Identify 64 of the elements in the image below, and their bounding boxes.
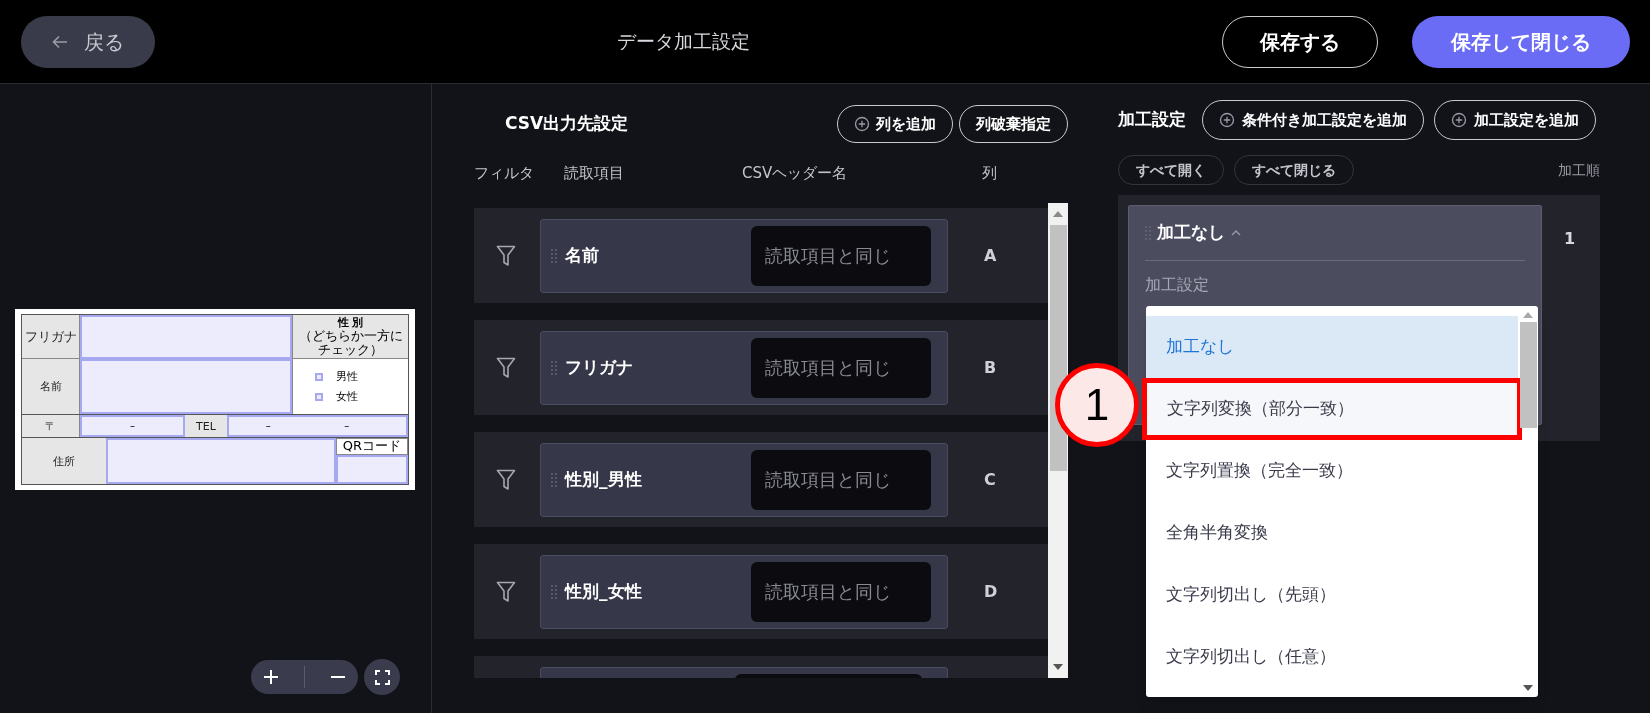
form-label: QRコード	[336, 438, 408, 455]
form-label: 住所	[22, 438, 106, 484]
form-note: （どちらか一方にチェック）	[297, 328, 404, 357]
column-header: 加工順	[1558, 160, 1600, 180]
item-name: 性別_男性	[565, 467, 643, 491]
dropdown-option[interactable]: 加工なし	[1146, 316, 1518, 378]
plus-circle-icon	[1219, 112, 1235, 128]
column-letter: A	[984, 244, 997, 267]
header-name-field[interactable]: 読取項目と同じ	[751, 449, 931, 510]
form-label: 〒	[22, 415, 80, 437]
dropdown-option[interactable]: 文字列切出し（任意）	[1146, 626, 1518, 688]
header-name-field[interactable]: 読取項目と同じ	[751, 225, 931, 286]
form-dash: –	[130, 421, 135, 431]
item-name: 名前	[565, 243, 600, 267]
form-label: TEL	[185, 415, 227, 437]
section-title: 加工設定	[1118, 108, 1186, 132]
filter-icon[interactable]	[496, 356, 516, 379]
field-label: 加工設定	[1145, 274, 1210, 296]
checkbox-icon	[315, 372, 323, 381]
form-dash: –	[344, 421, 350, 431]
caret-up-icon[interactable]	[1231, 230, 1241, 236]
column-header: CSVヘッダー名	[742, 162, 849, 184]
order-number: 1	[1564, 228, 1576, 250]
form-label: 名前	[22, 359, 79, 414]
column-letter: B	[984, 356, 997, 379]
dropdown-option[interactable]: 文字列置換（完全一致）	[1146, 440, 1518, 502]
column-header: フィルタ	[474, 162, 535, 184]
zoom-in-icon[interactable]	[264, 670, 278, 684]
column-letter: C	[984, 468, 996, 491]
page-title: データ加工設定	[617, 29, 750, 55]
dropdown-option[interactable]: 文字列変換（部分一致）	[1142, 378, 1522, 440]
form-label: フリガナ	[22, 315, 79, 359]
form-field	[336, 455, 408, 484]
fit-screen-button[interactable]	[364, 659, 400, 695]
drag-handle-icon[interactable]	[551, 248, 557, 263]
drag-handle-icon[interactable]	[551, 472, 557, 487]
back-button[interactable]: 戻る	[21, 15, 155, 68]
drag-handle-icon[interactable]	[551, 360, 557, 375]
step-name: 加工なし	[1157, 221, 1225, 245]
filter-icon[interactable]	[496, 580, 516, 603]
scrollbar[interactable]	[1048, 203, 1068, 678]
form-dash: –	[265, 421, 271, 431]
header-name-field[interactable]: 読取項目と同じ	[751, 337, 931, 398]
checkbox-icon	[315, 392, 323, 401]
item-name: フリガナ	[565, 355, 634, 379]
dropdown-option[interactable]: 全角半角変換	[1146, 502, 1518, 564]
form-label: 男性	[336, 371, 358, 382]
plus-circle-icon	[854, 116, 870, 132]
fullscreen-icon	[374, 669, 390, 685]
dropdown-option[interactable]: 文字列切出し（先頭）	[1146, 564, 1518, 626]
column-header: 列	[982, 162, 997, 184]
form-label: 性 別	[337, 316, 364, 328]
arrow-left-icon	[52, 34, 68, 49]
filter-icon[interactable]	[496, 468, 516, 491]
drag-handle-icon[interactable]	[551, 584, 557, 599]
form-label: 女性	[336, 391, 358, 402]
header-name-field[interactable]: 読取項目と同じ	[751, 561, 931, 622]
item-name: 性別_女性	[565, 579, 643, 603]
column-letter: D	[984, 580, 998, 603]
column-header: 読取項目	[564, 162, 625, 184]
filter-icon[interactable]	[496, 244, 516, 267]
save-close-button[interactable]: 保存して閉じる	[1412, 15, 1630, 68]
section-title: CSV出力先設定	[505, 112, 629, 136]
plus-circle-icon	[1451, 112, 1467, 128]
